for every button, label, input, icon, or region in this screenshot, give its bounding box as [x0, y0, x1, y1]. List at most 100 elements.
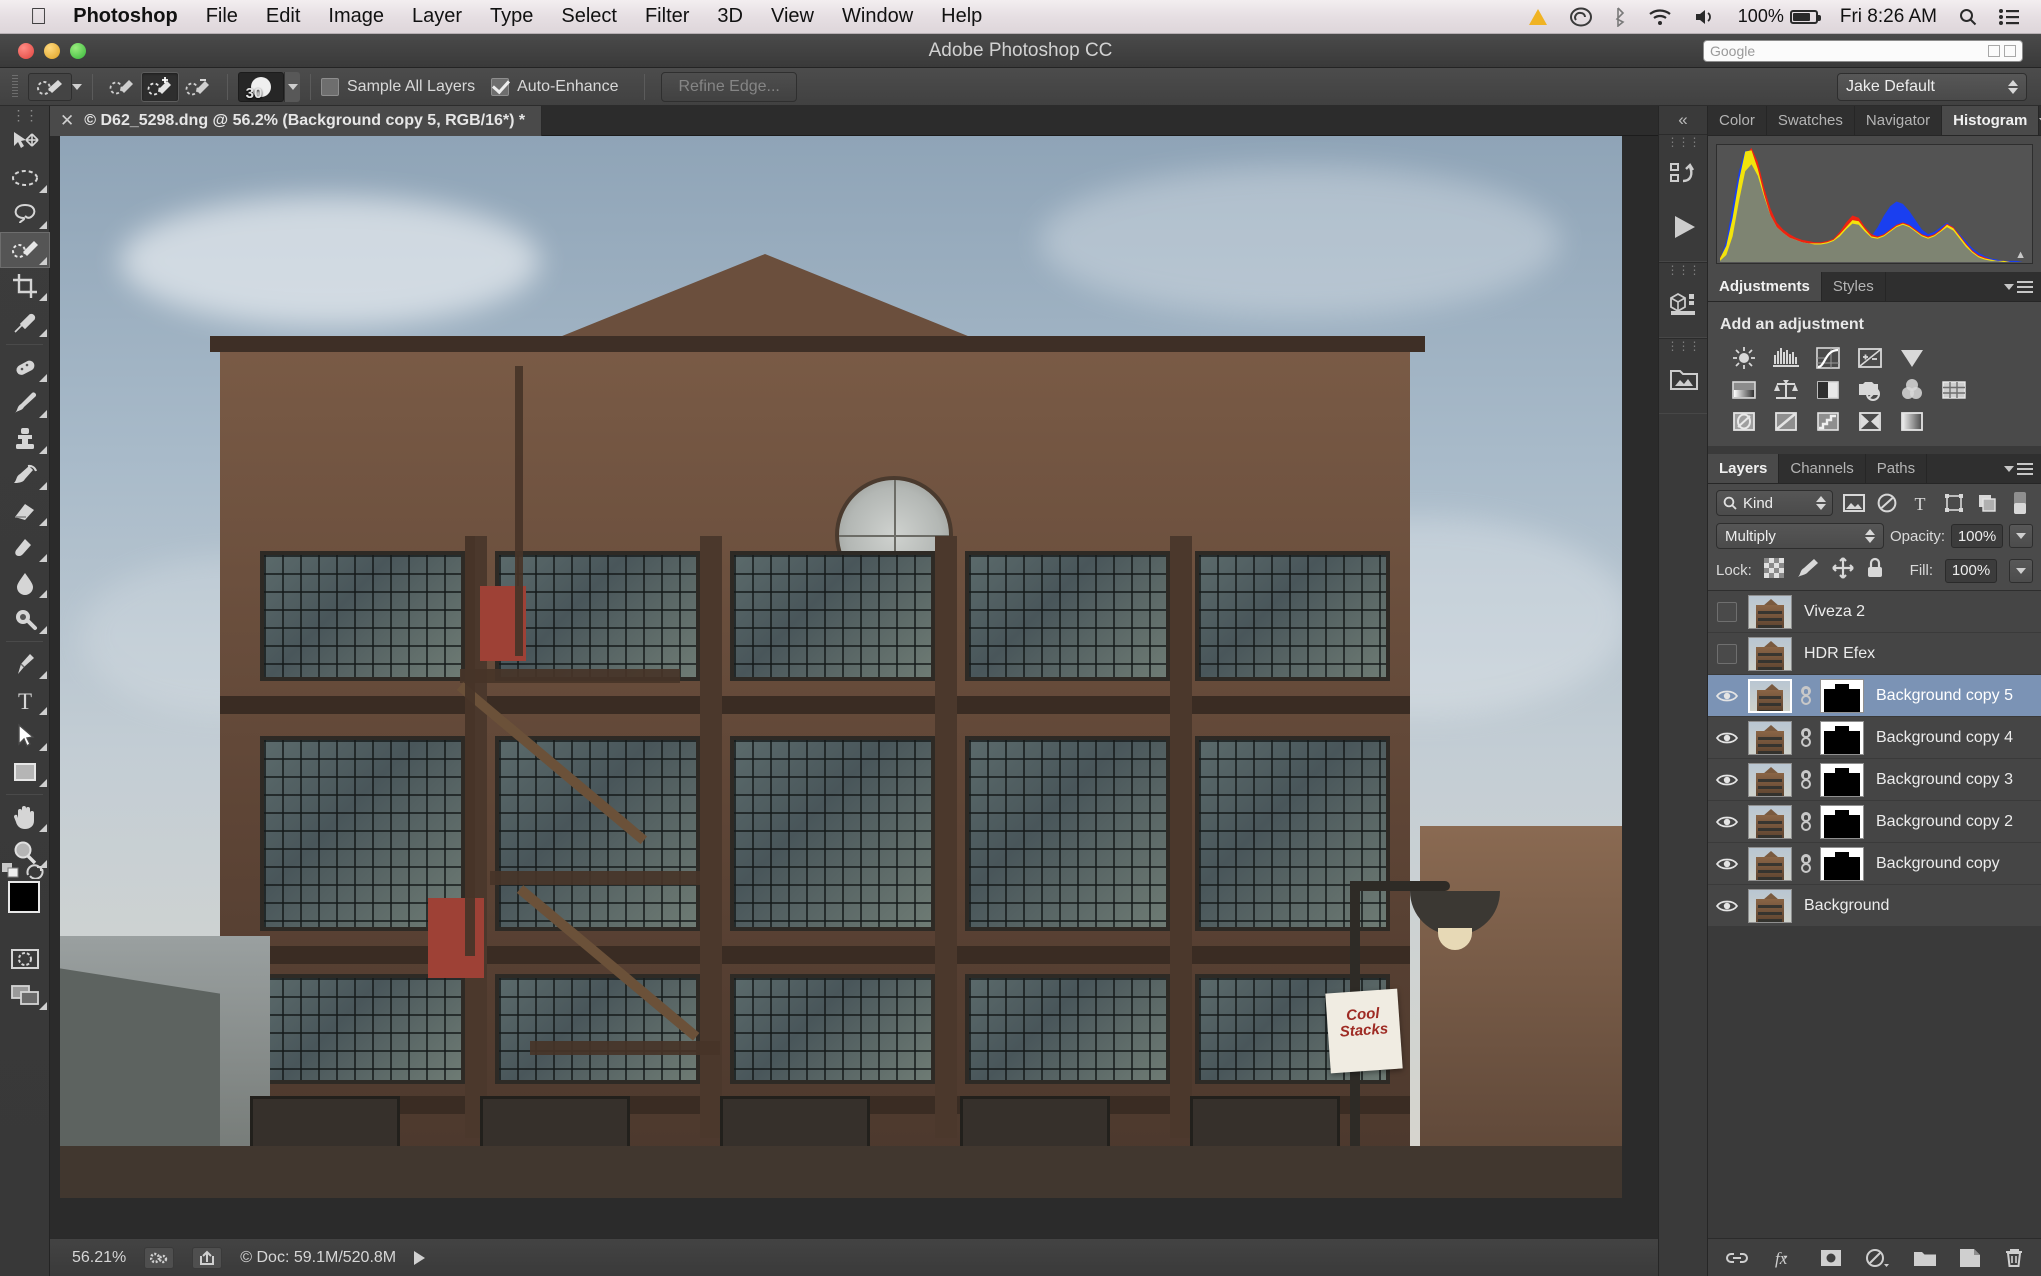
- opacity-slider-button[interactable]: [2009, 524, 2033, 548]
- menu-type[interactable]: Type: [490, 5, 533, 28]
- mask-link-icon[interactable]: [1798, 811, 1814, 833]
- hue-saturation-icon[interactable]: [1728, 377, 1760, 403]
- quick-selection-tool[interactable]: [0, 232, 50, 268]
- color-lookup-icon[interactable]: [1938, 377, 1970, 403]
- sample-all-layers-label[interactable]: Sample All Layers: [347, 78, 475, 96]
- layer-mask-thumbnail[interactable]: [1820, 805, 1864, 839]
- zoom-level[interactable]: 56.21%: [72, 1249, 126, 1267]
- eyedropper-tool[interactable]: [0, 304, 50, 340]
- channel-mixer-icon[interactable]: [1896, 377, 1928, 403]
- tab-navigator[interactable]: Navigator: [1855, 106, 1942, 135]
- layer-visibility-eye-icon[interactable]: [1712, 814, 1742, 830]
- sample-all-layers-checkbox[interactable]: [321, 78, 339, 96]
- layer-visibility-eye-icon[interactable]: [1712, 856, 1742, 872]
- panel-menu-icon[interactable]: [2004, 272, 2041, 301]
- brush-size-value[interactable]: 30: [239, 85, 269, 102]
- auto-enhance-checkbox[interactable]: [491, 78, 509, 96]
- swap-colors-icon[interactable]: [25, 863, 45, 882]
- options-bar-grip[interactable]: [10, 75, 20, 99]
- filter-smart-object-icon[interactable]: [1974, 491, 1999, 515]
- bluetooth-icon[interactable]: [1614, 7, 1626, 27]
- quick-mask-mode-button[interactable]: [0, 941, 50, 977]
- layer-row[interactable]: Background copy 5: [1708, 675, 2041, 717]
- layer-visibility-eye-icon[interactable]: [1712, 730, 1742, 746]
- workspace-selector[interactable]: Jake Default: [1837, 73, 2027, 101]
- marquee-tool[interactable]: [0, 160, 50, 196]
- new-adjustment-layer-icon[interactable]: [1865, 1248, 1891, 1268]
- eraser-tool[interactable]: [0, 493, 50, 529]
- menu-help[interactable]: Help: [941, 5, 982, 28]
- search-input-label[interactable]: Google: [1710, 43, 1984, 59]
- tab-histogram[interactable]: Histogram: [1942, 106, 2039, 135]
- document-tab[interactable]: ✕ © D62_5298.dng @ 56.2% (Background cop…: [50, 106, 542, 136]
- creative-cloud-icon[interactable]: [1570, 7, 1592, 27]
- lock-all-icon[interactable]: [1866, 557, 1884, 584]
- share-icon[interactable]: [192, 1247, 222, 1269]
- wifi-icon[interactable]: [1648, 8, 1672, 26]
- layer-thumbnail[interactable]: [1748, 721, 1792, 755]
- layer-mask-thumbnail[interactable]: [1820, 847, 1864, 881]
- layer-row[interactable]: Background: [1708, 885, 2041, 927]
- opacity-value[interactable]: 100%: [1951, 524, 2003, 548]
- path-selection-tool[interactable]: [0, 718, 50, 754]
- type-tool[interactable]: T: [0, 682, 50, 718]
- spotlight-search-icon[interactable]: [1959, 8, 1977, 26]
- crop-tool[interactable]: [0, 268, 50, 304]
- pen-tool[interactable]: [0, 646, 50, 682]
- layer-visibility-off-checkbox[interactable]: [1712, 602, 1742, 622]
- lock-position-icon[interactable]: [1832, 557, 1854, 584]
- selective-color-icon[interactable]: [1854, 409, 1886, 435]
- mask-link-icon[interactable]: [1798, 685, 1814, 707]
- tab-adjustments[interactable]: Adjustments: [1708, 272, 1822, 301]
- document-image[interactable]: Cool Stacks: [60, 136, 1622, 1198]
- filter-image-icon[interactable]: [1841, 491, 1866, 515]
- lock-transparent-pixels-icon[interactable]: [1764, 558, 1784, 583]
- sync-settings-icon[interactable]: [144, 1247, 174, 1269]
- brightness-contrast-icon[interactable]: [1728, 345, 1760, 371]
- healing-brush-tool[interactable]: [0, 349, 50, 385]
- selection-add-icon[interactable]: [141, 72, 179, 102]
- mask-link-icon[interactable]: [1798, 769, 1814, 791]
- rail-grip[interactable]: ⋮⋮⋮: [1659, 135, 1707, 149]
- layer-thumbnail[interactable]: [1748, 889, 1792, 923]
- panel-menu-icon[interactable]: [2004, 454, 2041, 483]
- mask-link-icon[interactable]: [1798, 727, 1814, 749]
- close-icon[interactable]: ✕: [60, 111, 74, 131]
- play-arrow-icon[interactable]: [414, 1251, 425, 1265]
- clone-stamp-tool[interactable]: [0, 421, 50, 457]
- threshold-icon[interactable]: [1812, 409, 1844, 435]
- tab-color[interactable]: Color: [1708, 106, 1767, 135]
- tab-styles[interactable]: Styles: [1822, 272, 1886, 301]
- layer-visibility-eye-icon[interactable]: [1712, 898, 1742, 914]
- tab-paths[interactable]: Paths: [1866, 454, 1927, 483]
- layer-mask-thumbnail[interactable]: [1820, 763, 1864, 797]
- clock[interactable]: Fri 8:26 AM: [1840, 6, 1937, 28]
- menu-app-name[interactable]: Photoshop: [73, 5, 177, 28]
- tab-channels[interactable]: Channels: [1779, 454, 1865, 483]
- levels-icon[interactable]: [1770, 345, 1802, 371]
- tab-swatches[interactable]: Swatches: [1767, 106, 1855, 135]
- rectangle-tool[interactable]: [0, 754, 50, 790]
- fill-value[interactable]: 100%: [1945, 559, 1997, 583]
- blur-tool[interactable]: [0, 565, 50, 601]
- menu-layer[interactable]: Layer: [412, 5, 462, 28]
- link-layers-icon[interactable]: [1725, 1250, 1749, 1266]
- battery-indicator[interactable]: 100%: [1738, 6, 1818, 27]
- menu-select[interactable]: Select: [561, 5, 617, 28]
- filter-type-icon[interactable]: T: [1908, 491, 1933, 515]
- black-white-icon[interactable]: [1812, 377, 1844, 403]
- selection-subtract-icon[interactable]: [179, 72, 217, 102]
- fill-slider-button[interactable]: [2009, 559, 2033, 583]
- notification-center-icon[interactable]: [1999, 9, 2019, 25]
- layer-thumbnail[interactable]: [1748, 637, 1792, 671]
- lasso-tool[interactable]: [0, 196, 50, 232]
- selection-new-icon[interactable]: [103, 72, 141, 102]
- layer-filter-kind-select[interactable]: Kind: [1716, 490, 1833, 516]
- window-restore-icon[interactable]: [1988, 45, 2000, 57]
- mask-link-icon[interactable]: [1798, 853, 1814, 875]
- layer-filter-stepper-icon[interactable]: [1816, 496, 1826, 510]
- exposure-icon[interactable]: [1854, 345, 1886, 371]
- move-tool[interactable]: [0, 124, 50, 160]
- screen-mode-button[interactable]: [0, 977, 50, 1013]
- layer-visibility-off-checkbox[interactable]: [1712, 644, 1742, 664]
